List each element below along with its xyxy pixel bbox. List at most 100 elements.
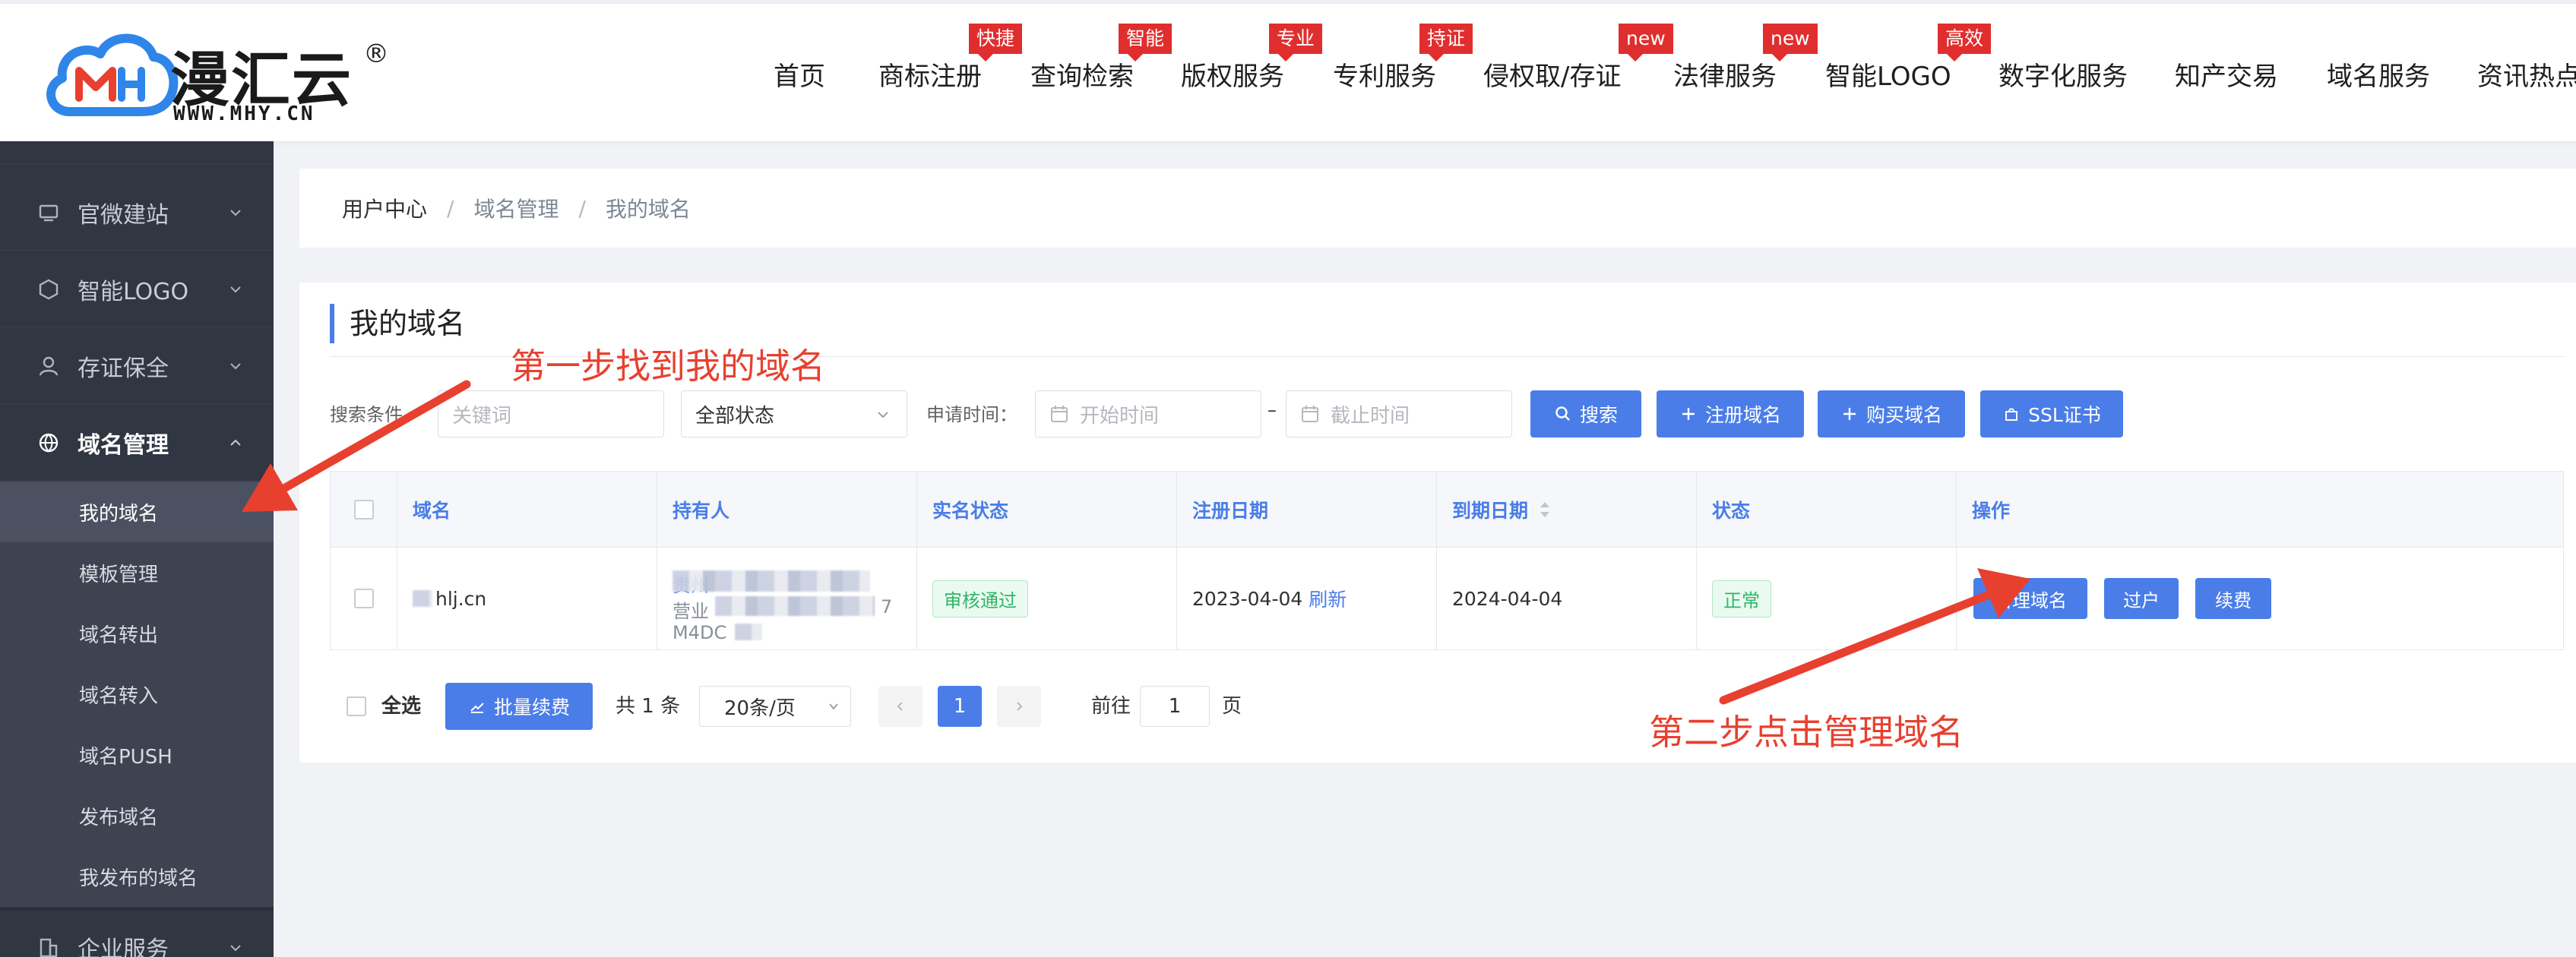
redacted-blur xyxy=(715,596,875,616)
ssl-certificate-button[interactable]: SSL证书 xyxy=(1980,390,2123,437)
sidebar-group-domain[interactable]: 域名管理 xyxy=(0,405,274,481)
breadcrumb-separator: / xyxy=(578,195,586,221)
sidebar-group-enterprise[interactable]: 企业服务 xyxy=(0,908,274,957)
start-date-input[interactable]: 开始时间 xyxy=(1035,390,1261,437)
select-all-label[interactable]: 全选 xyxy=(381,683,421,730)
building-icon xyxy=(40,938,58,957)
page-number-current[interactable]: 1 xyxy=(938,686,982,727)
apply-time-label: 申请时间： xyxy=(926,404,1017,425)
register-domain-label: 注册域名 xyxy=(1704,404,1781,426)
column-header-holder: 持有人 xyxy=(657,472,917,547)
sidebar-item-transfer-out[interactable]: 域名转出 xyxy=(0,603,274,664)
table-row: hlj.cn 贵州 营业 7 M4DC 审核通过 2023-04-04 刷新 xyxy=(331,548,2563,649)
refresh-link[interactable]: 刷新 xyxy=(1309,585,1347,612)
sidebar-item-my-domains[interactable]: 我的域名 xyxy=(0,482,274,542)
breadcrumb-domain-manage[interactable]: 域名管理 xyxy=(473,193,559,223)
sidebar-group-label: 存证保全 xyxy=(78,355,169,382)
select-all-header-cell xyxy=(331,472,397,547)
main-nav: 首页 快捷 商标注册 智能 查询检索 专业 版权服务 持证 专利服务 new 侵… xyxy=(737,4,2576,145)
breadcrumb-separator: / xyxy=(447,195,454,221)
nav-badge: 智能 xyxy=(1119,24,1172,62)
column-header-expire-date[interactable]: 到期日期 xyxy=(1437,472,1697,547)
sidebar-item-templates[interactable]: 模板管理 xyxy=(0,542,274,603)
step2-annotation: 第二步点击管理域名 xyxy=(1649,712,1964,753)
sidebar-item-push[interactable]: 域名PUSH xyxy=(0,725,274,785)
nav-item-digital[interactable]: 数字化服务 xyxy=(1998,58,2128,95)
ssl-certificate-label: SSL证书 xyxy=(2028,404,2101,426)
prev-page-button[interactable] xyxy=(878,686,922,727)
chevron-down-icon xyxy=(230,286,241,293)
keyword-input[interactable]: 关键词 xyxy=(438,390,664,437)
nav-item-patent[interactable]: 专利服务 xyxy=(1333,58,1436,95)
breadcrumb-user-center[interactable]: 用户中心 xyxy=(342,193,427,223)
row-checkbox[interactable] xyxy=(353,589,374,608)
hexagon-icon xyxy=(39,279,59,299)
nav-item-news[interactable]: 资讯热点 xyxy=(2477,58,2576,95)
bag-icon xyxy=(2005,408,2018,421)
nav-item-domain[interactable]: 域名服务 xyxy=(2327,58,2430,95)
end-date-input[interactable]: 截止时间 xyxy=(1286,390,1512,437)
start-date-placeholder: 开始时间 xyxy=(1080,404,1160,428)
calendar-icon xyxy=(1051,406,1068,422)
nav-badge: new xyxy=(1619,24,1673,62)
row-select-cell xyxy=(331,548,397,649)
domain-cell: hlj.cn xyxy=(397,548,657,649)
sidebar-group-partial[interactable] xyxy=(0,141,274,164)
search-button[interactable]: 搜索 xyxy=(1530,390,1641,437)
nav-item-ip-trade[interactable]: 知产交易 xyxy=(2175,58,2278,95)
nav-badge: new xyxy=(1763,24,1818,62)
plus-icon xyxy=(1682,408,1695,420)
edit-icon xyxy=(470,703,484,713)
page-size-select[interactable]: 20条/页 xyxy=(699,686,851,727)
total-count: 共 1 条 xyxy=(616,695,681,718)
manage-domain-button[interactable]: 管理域名 xyxy=(1973,578,2087,619)
select-all-checkbox[interactable] xyxy=(347,696,366,716)
sidebar-group-logo[interactable]: 智能LOGO xyxy=(0,251,274,327)
column-header-register-date: 注册日期 xyxy=(1177,472,1437,547)
batch-renew-button[interactable]: 批量续费 xyxy=(445,683,593,730)
cloud-logo-icon xyxy=(46,33,179,116)
status-cell: 正常 xyxy=(1697,548,1957,649)
nav-badge: 持证 xyxy=(1419,24,1473,62)
holder-info: 贵州 营业 7 M4DC xyxy=(672,557,900,643)
nav-item-search[interactable]: 查询检索 xyxy=(1030,58,1134,95)
page-title: 我的域名 xyxy=(330,304,465,343)
sidebar-group-website[interactable]: 官微建站 xyxy=(0,175,274,251)
renew-button[interactable]: 续费 xyxy=(2195,578,2271,619)
sidebar-item-transfer-in[interactable]: 域名转入 xyxy=(0,664,274,725)
sidebar-item-my-published[interactable]: 我发布的域名 xyxy=(0,846,274,907)
search-icon xyxy=(1555,406,1570,421)
search-condition-label: 搜索条件 xyxy=(330,404,403,425)
column-header-domain: 域名 xyxy=(397,472,657,547)
buy-domain-button[interactable]: 购买域名 xyxy=(1818,390,1965,437)
buy-domain-label: 购买域名 xyxy=(1866,404,1942,426)
chevron-down-icon xyxy=(230,363,241,370)
chevron-right-icon xyxy=(1017,702,1023,711)
next-page-button[interactable] xyxy=(997,686,1041,727)
nav-item-evidence[interactable]: 侵权取/存证 xyxy=(1483,58,1621,95)
nav-item-legal[interactable]: 法律服务 xyxy=(1673,58,1777,95)
realname-status-badge: 审核通过 xyxy=(932,580,1028,617)
calendar-icon xyxy=(1302,406,1318,422)
top-header: 漫汇云 ® WWW.MHY.CN 首页 快捷 商标注册 智能 查询检索 专业 版… xyxy=(0,0,2576,141)
sidebar-group-label: 企业服务 xyxy=(78,936,169,957)
status-select[interactable]: 全部状态 xyxy=(681,390,907,437)
page-size-value: 20条/页 xyxy=(724,696,796,720)
nav-item-logo[interactable]: 智能LOGO xyxy=(1825,58,1951,95)
sidebar-group-evidence[interactable]: 存证保全 xyxy=(0,328,274,404)
goto-page-input[interactable]: 1 xyxy=(1140,686,1210,727)
goto-suffix: 页 xyxy=(1222,695,1242,718)
nav-item-copyright[interactable]: 版权服务 xyxy=(1181,58,1284,95)
transfer-owner-button[interactable]: 过户 xyxy=(2104,578,2179,619)
nav-item-home[interactable]: 首页 xyxy=(774,58,825,95)
redacted-blur xyxy=(672,570,870,592)
register-domain-button[interactable]: 注册域名 xyxy=(1657,390,1804,437)
header-checkbox[interactable] xyxy=(353,499,374,520)
site-logo[interactable]: 漫汇云 ® WWW.MHY.CN xyxy=(40,22,389,128)
logo-url: WWW.MHY.CN xyxy=(173,103,315,125)
batch-renew-label: 批量续费 xyxy=(493,696,570,719)
chevron-down-icon xyxy=(230,945,241,952)
holder-cell: 贵州 营业 7 M4DC xyxy=(657,548,917,649)
sidebar-item-publish[interactable]: 发布域名 xyxy=(0,785,274,846)
nav-item-trademark[interactable]: 商标注册 xyxy=(878,58,982,95)
